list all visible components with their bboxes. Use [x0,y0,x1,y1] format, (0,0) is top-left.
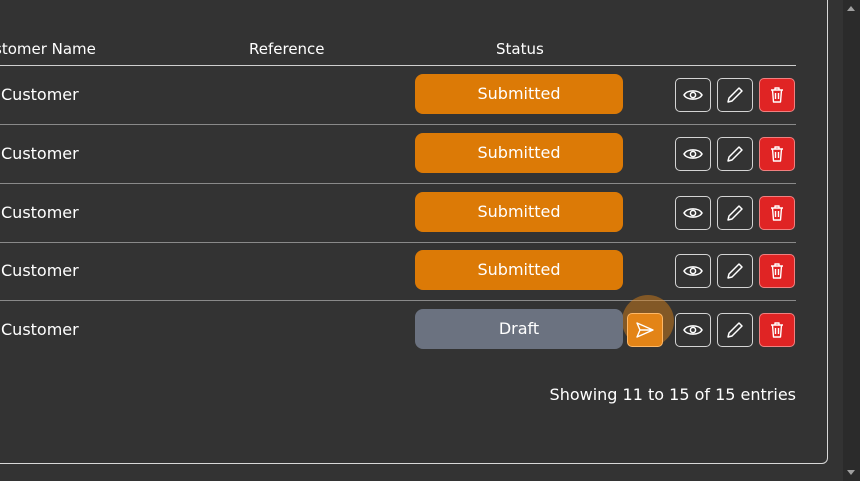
view-button[interactable] [675,78,711,112]
status-badge: Submitted [415,133,623,173]
eye-icon [683,149,703,159]
table-row: Customer Submitted [0,66,796,125]
edit-button[interactable] [717,137,753,171]
edit-button[interactable] [717,78,753,112]
pencil-icon [727,146,743,162]
pencil-icon [727,87,743,103]
status-badge: Submitted [415,192,623,232]
scroll-down-arrow[interactable] [847,470,855,475]
customer-name-cell: Customer [1,261,79,280]
eye-icon [683,325,703,335]
entries-info: Showing 11 to 15 of 15 entries [549,385,796,404]
view-button[interactable] [675,313,711,347]
trash-icon [771,205,783,221]
customer-name-cell: Customer [1,203,79,222]
status-badge: Submitted [415,74,623,114]
table-row: Customer Submitted [0,125,796,184]
eye-icon [683,90,703,100]
pencil-icon [727,205,743,221]
edit-button[interactable] [717,313,753,347]
eye-icon [683,208,703,218]
column-header-reference[interactable]: Reference [249,40,325,58]
view-button[interactable] [675,196,711,230]
eye-icon [683,266,703,276]
customer-name-cell: Customer [1,144,79,163]
customer-name-cell: Customer [1,85,79,104]
pencil-icon [727,263,743,279]
edit-button[interactable] [717,196,753,230]
vertical-scrollbar[interactable] [843,0,860,481]
table-row: Customer Draft [0,301,796,360]
pencil-icon [727,322,743,338]
trash-icon [771,87,783,103]
customer-name-cell: Customer [1,320,79,339]
column-header-status[interactable]: Status [496,40,544,58]
delete-button[interactable] [759,78,795,112]
status-badge: Submitted [415,250,623,290]
table-row: Customer Submitted [0,184,796,243]
status-badge: Draft [415,309,623,349]
trash-icon [771,146,783,162]
delete-button[interactable] [759,196,795,230]
delete-button[interactable] [759,137,795,171]
submit-button[interactable] [627,313,663,347]
trash-icon [771,322,783,338]
send-icon [636,322,654,338]
scroll-up-arrow[interactable] [847,6,855,11]
view-button[interactable] [675,137,711,171]
trash-icon [771,263,783,279]
delete-button[interactable] [759,313,795,347]
delete-button[interactable] [759,254,795,288]
table-row: Customer Submitted [0,242,796,301]
edit-button[interactable] [717,254,753,288]
column-header-customer-name[interactable]: stomer Name [0,40,96,58]
view-button[interactable] [675,254,711,288]
